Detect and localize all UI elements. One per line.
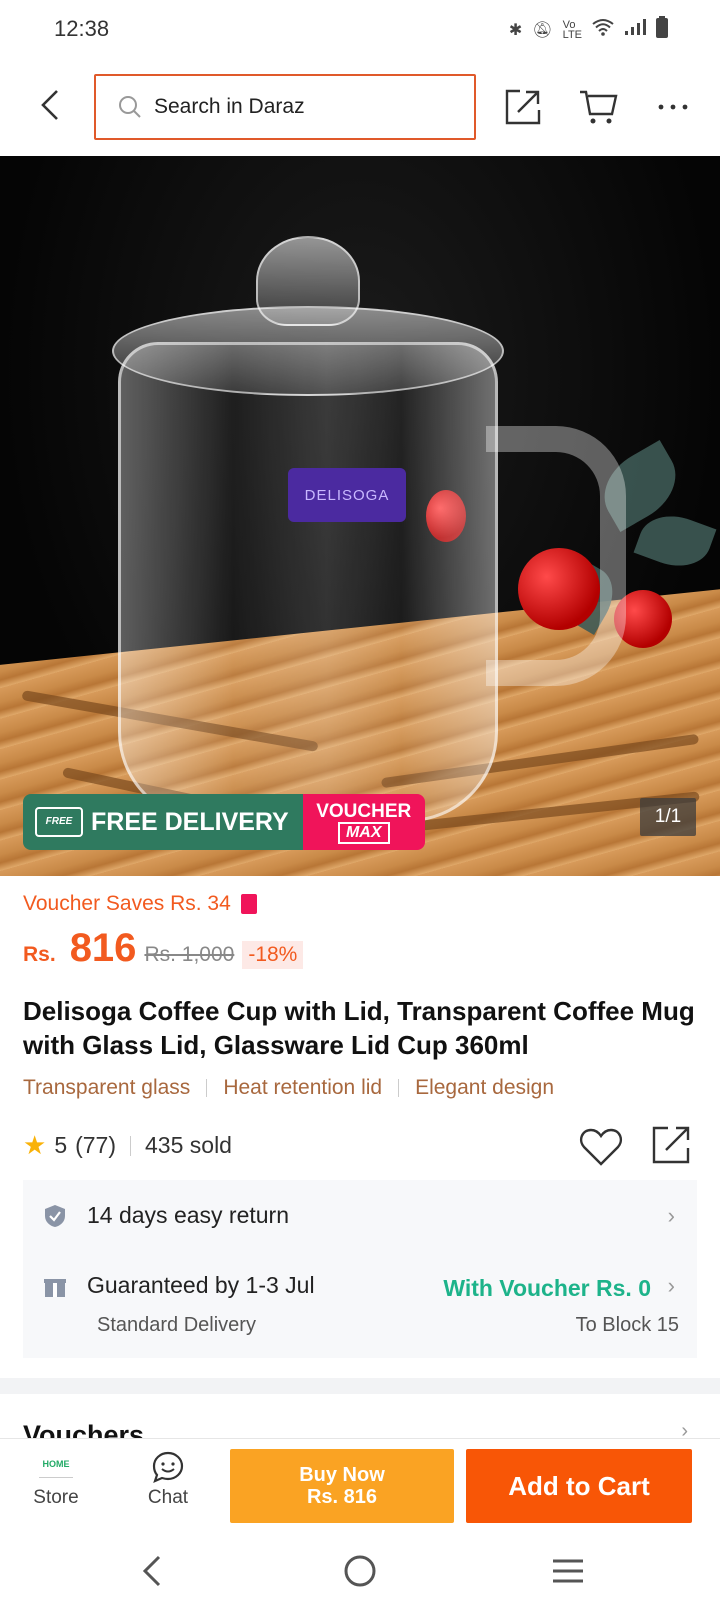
volte-icon: Vo LTE	[562, 18, 582, 41]
home-circle-icon	[344, 1555, 376, 1587]
share-product-button[interactable]	[650, 1124, 696, 1170]
more-icon	[658, 104, 688, 110]
signal-icon	[624, 18, 646, 41]
bluetooth-icon: ✱	[508, 21, 523, 39]
heart-icon	[580, 1128, 622, 1166]
glass-mug	[118, 342, 498, 822]
chevron-left-icon	[41, 90, 58, 120]
chevron-right-icon: ›	[667, 1272, 675, 1298]
nav-home-button[interactable]	[330, 1546, 390, 1596]
share-button[interactable]	[500, 84, 546, 130]
return-policy-row[interactable]: 14 days easy return ›	[23, 1202, 697, 1229]
chat-button[interactable]: Chat	[128, 1447, 208, 1509]
mute-icon: 🔕︎	[532, 21, 553, 39]
product-image-gallery[interactable]: DELISOGA FREE FREE DELIVERY VOUCHER MAX	[0, 156, 720, 876]
return-policy-text: 14 days easy return	[87, 1202, 290, 1228]
cart-button[interactable]	[575, 84, 621, 130]
delivery-type: Standard Delivery	[97, 1314, 256, 1336]
old-price: Rs. 1,000	[144, 943, 235, 966]
buy-now-label: Buy Now	[299, 1464, 385, 1486]
status-time: 12:38	[54, 16, 110, 41]
buy-now-price: Rs. 816	[306, 1486, 378, 1508]
free-delivery-voucher-badge: FREE FREE DELIVERY VOUCHER MAX	[23, 794, 425, 850]
mug-handle	[486, 426, 626, 686]
search-icon	[119, 96, 141, 118]
discount-badge: -18%	[242, 941, 304, 969]
rating-value: 5	[54, 1132, 68, 1158]
lid-knob	[256, 236, 360, 326]
more-options-button[interactable]	[650, 84, 696, 130]
menu-icon	[553, 1559, 583, 1583]
price-row: Rs. 816 Rs. 1,000 -18%	[23, 926, 304, 971]
price-currency: Rs.	[23, 943, 56, 966]
star-icon: ★	[23, 1130, 47, 1160]
wifi-icon	[592, 18, 614, 41]
chat-label: Chat	[147, 1487, 189, 1508]
max-label: MAX	[337, 821, 390, 844]
buy-now-button[interactable]: Buy Now Rs. 816	[230, 1449, 454, 1523]
add-to-cart-button[interactable]: Add to Cart	[466, 1449, 692, 1523]
section-divider	[0, 1378, 720, 1394]
share-icon	[505, 89, 541, 125]
service-info-box: 14 days easy return › Guaranteed by 1-3 …	[23, 1180, 697, 1358]
delivery-date-text: Guaranteed by 1-3 Jul	[87, 1272, 315, 1298]
gift-icon	[44, 1278, 66, 1297]
system-navigation-bar	[0, 1528, 720, 1612]
shield-icon	[45, 1204, 65, 1227]
status-bar: 12:38 ✱ 🔕︎ Vo LTE	[0, 0, 720, 58]
cart-icon	[580, 90, 618, 124]
chat-icon	[152, 1451, 184, 1483]
tag-item: Elegant design	[415, 1076, 555, 1099]
voucher-saves-text: Voucher Saves Rs. 34	[23, 892, 231, 915]
store-button[interactable]: HOME Store	[16, 1447, 96, 1509]
review-count: (77)	[75, 1132, 117, 1158]
delivery-location[interactable]: To Block 15	[576, 1314, 679, 1337]
tag-item: Transparent glass	[23, 1076, 191, 1099]
tag-item: Heat retention lid	[223, 1076, 383, 1099]
rating-row[interactable]: ★ 5 (77) 435 sold	[23, 1130, 232, 1161]
status-icons: ✱ 🔕︎ Vo LTE	[509, 16, 668, 43]
store-logo-icon: HOME	[39, 1456, 73, 1478]
vouchers-section-title[interactable]: Vouchers	[23, 1418, 144, 1438]
product-tags: Transparent glass Heat retention lid Ele…	[23, 1076, 554, 1100]
voucher-shipping-fee: With Voucher Rs. 0	[443, 1275, 651, 1301]
store-label: Store	[33, 1487, 79, 1508]
voucher-label: VOUCHER	[316, 800, 412, 822]
truck-icon: FREE	[35, 807, 83, 837]
battery-icon	[656, 16, 668, 43]
nav-recents-button[interactable]	[538, 1546, 598, 1596]
nav-back-button[interactable]	[122, 1546, 182, 1596]
bottom-action-bar: HOME Store Chat Buy Now Rs. 816 Add to C…	[0, 1438, 720, 1528]
chevron-left-icon	[142, 1555, 161, 1587]
search-placeholder: Search in Daraz	[154, 95, 305, 118]
chevron-right-icon: ›	[667, 1202, 675, 1228]
product-title: Delisoga Coffee Cup with Lid, Transparen…	[23, 996, 695, 1060]
free-delivery-label: FREE DELIVERY	[91, 807, 289, 836]
search-input[interactable]: Search in Daraz	[94, 74, 476, 140]
price-amount: 816	[69, 926, 137, 970]
voucher-tag-icon	[240, 894, 257, 914]
top-header: Search in Daraz	[0, 58, 720, 156]
share-icon	[652, 1126, 690, 1164]
back-button[interactable]	[30, 80, 70, 130]
sold-count: 435 sold	[145, 1132, 232, 1158]
image-counter: 1/1	[640, 798, 696, 836]
voucher-saves[interactable]: Voucher Saves Rs. 34	[23, 892, 257, 916]
brand-label: DELISOGA	[288, 468, 406, 522]
wishlist-button[interactable]	[578, 1124, 624, 1170]
